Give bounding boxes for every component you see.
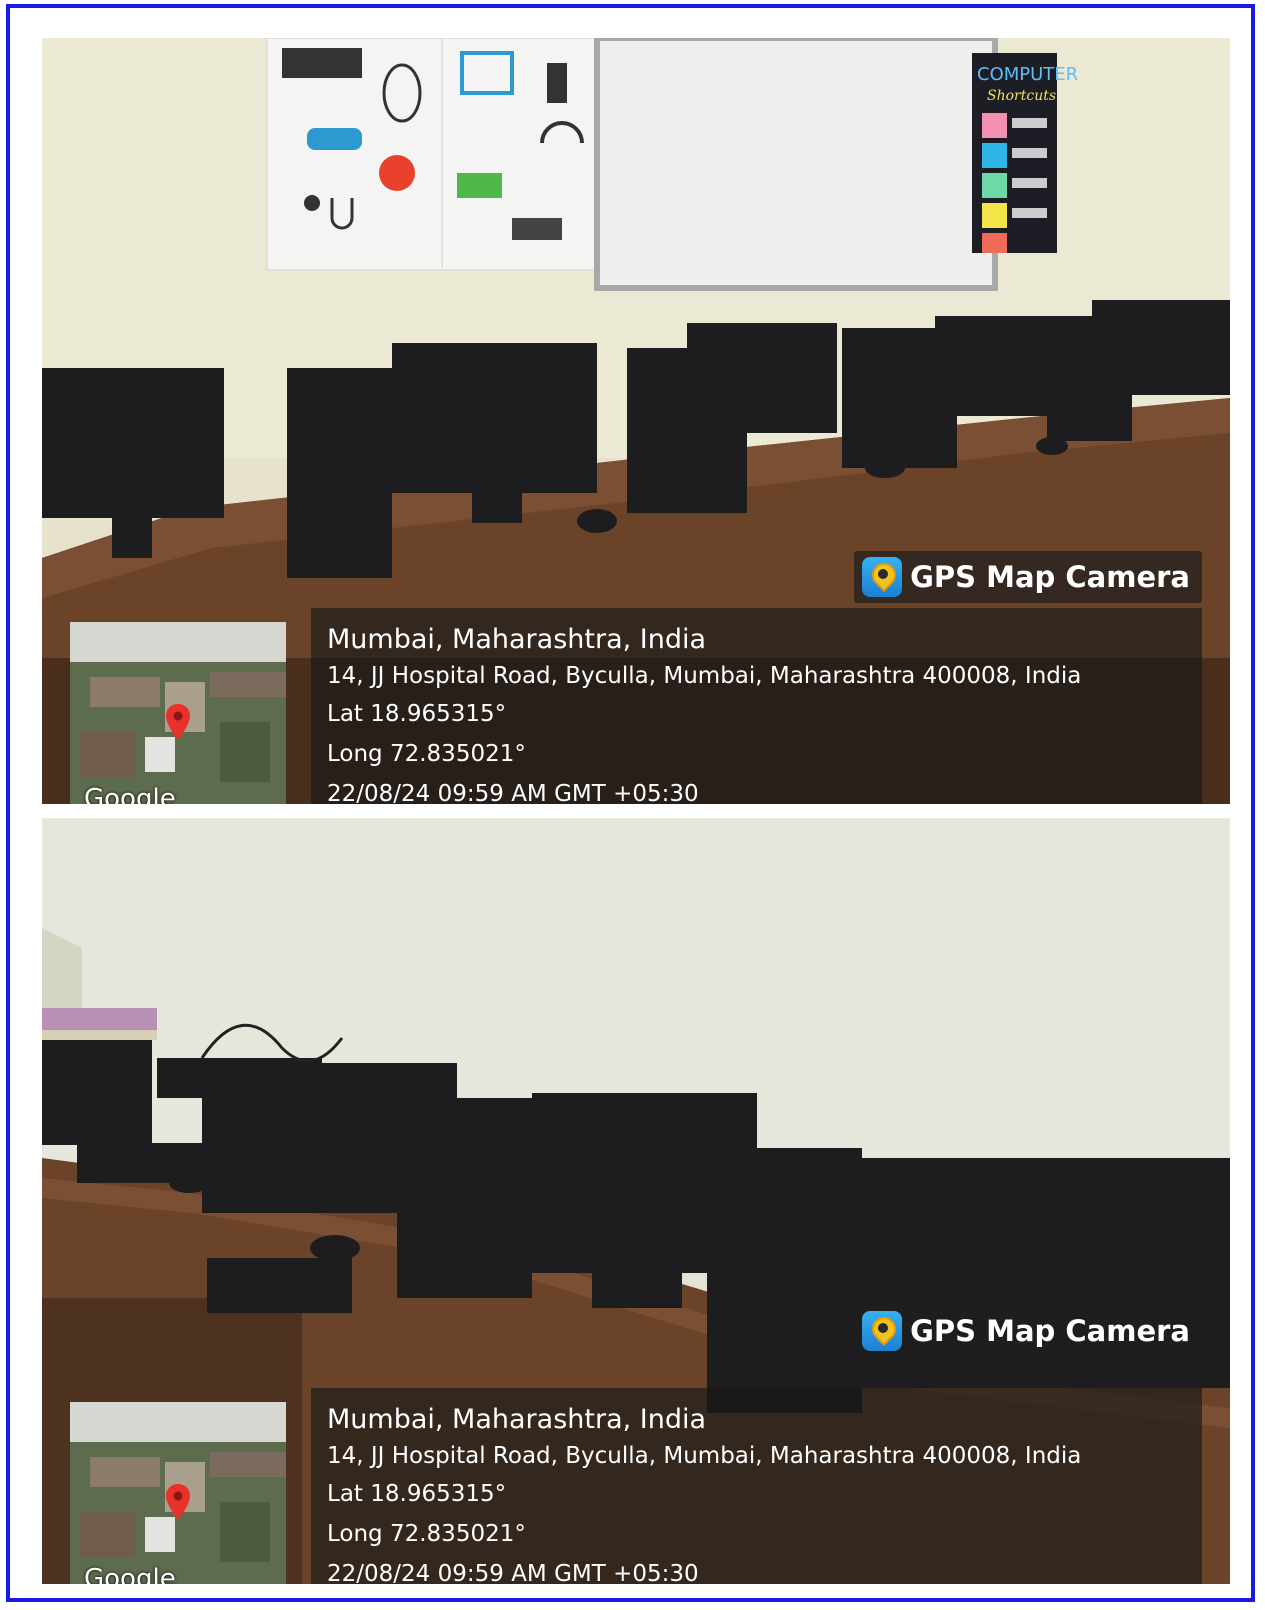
location-longitude: Long 72.835021° bbox=[327, 1521, 526, 1547]
lab-photo-2: GPS Map Camera Google Mumbai, Maharashtr… bbox=[42, 818, 1230, 1584]
location-info-panel: Mumbai, Maharashtra, India 14, JJ Hospit… bbox=[311, 1388, 1202, 1584]
poster-title-text: COMPUTER bbox=[977, 64, 1078, 85]
gps-badge-label: GPS Map Camera bbox=[910, 560, 1190, 594]
location-address: 14, JJ Hospital Road, Byculla, Mumbai, M… bbox=[327, 663, 1082, 689]
map-pin-icon bbox=[166, 704, 190, 740]
location-title: Mumbai, Maharashtra, India bbox=[327, 1404, 707, 1435]
location-address: 14, JJ Hospital Road, Byculla, Mumbai, M… bbox=[327, 1443, 1082, 1469]
gps-map-camera-app-icon bbox=[862, 557, 903, 597]
map-thumbnail: Google bbox=[70, 1402, 286, 1584]
gps-map-camera-badge: GPS Map Camera bbox=[854, 1305, 1202, 1357]
map-thumbnail: Google bbox=[70, 622, 286, 804]
location-latitude: Lat 18.965315° bbox=[327, 1481, 507, 1507]
location-info-panel: Mumbai, Maharashtra, India 14, JJ Hospit… bbox=[311, 608, 1202, 804]
poster-subtitle-text: Shortcuts bbox=[987, 88, 1056, 104]
location-latitude: Lat 18.965315° bbox=[327, 701, 507, 727]
location-datetime: 22/08/24 09:59 AM GMT +05:30 bbox=[327, 781, 699, 804]
whiteboard bbox=[594, 38, 998, 291]
map-attribution: Google bbox=[84, 784, 176, 804]
location-longitude: Long 72.835021° bbox=[327, 741, 526, 767]
gps-badge-label: GPS Map Camera bbox=[910, 1314, 1190, 1348]
lab-photo-1: COMPUTER Shortcuts GPS Map Camera Google… bbox=[42, 38, 1230, 804]
location-title: Mumbai, Maharashtra, India bbox=[327, 624, 707, 655]
gps-map-camera-app-icon bbox=[862, 1311, 903, 1351]
map-pin-icon bbox=[166, 1484, 190, 1520]
location-datetime: 22/08/24 09:59 AM GMT +05:30 bbox=[327, 1561, 699, 1584]
map-attribution: Google bbox=[84, 1564, 176, 1584]
gps-map-camera-badge: GPS Map Camera bbox=[854, 551, 1202, 603]
